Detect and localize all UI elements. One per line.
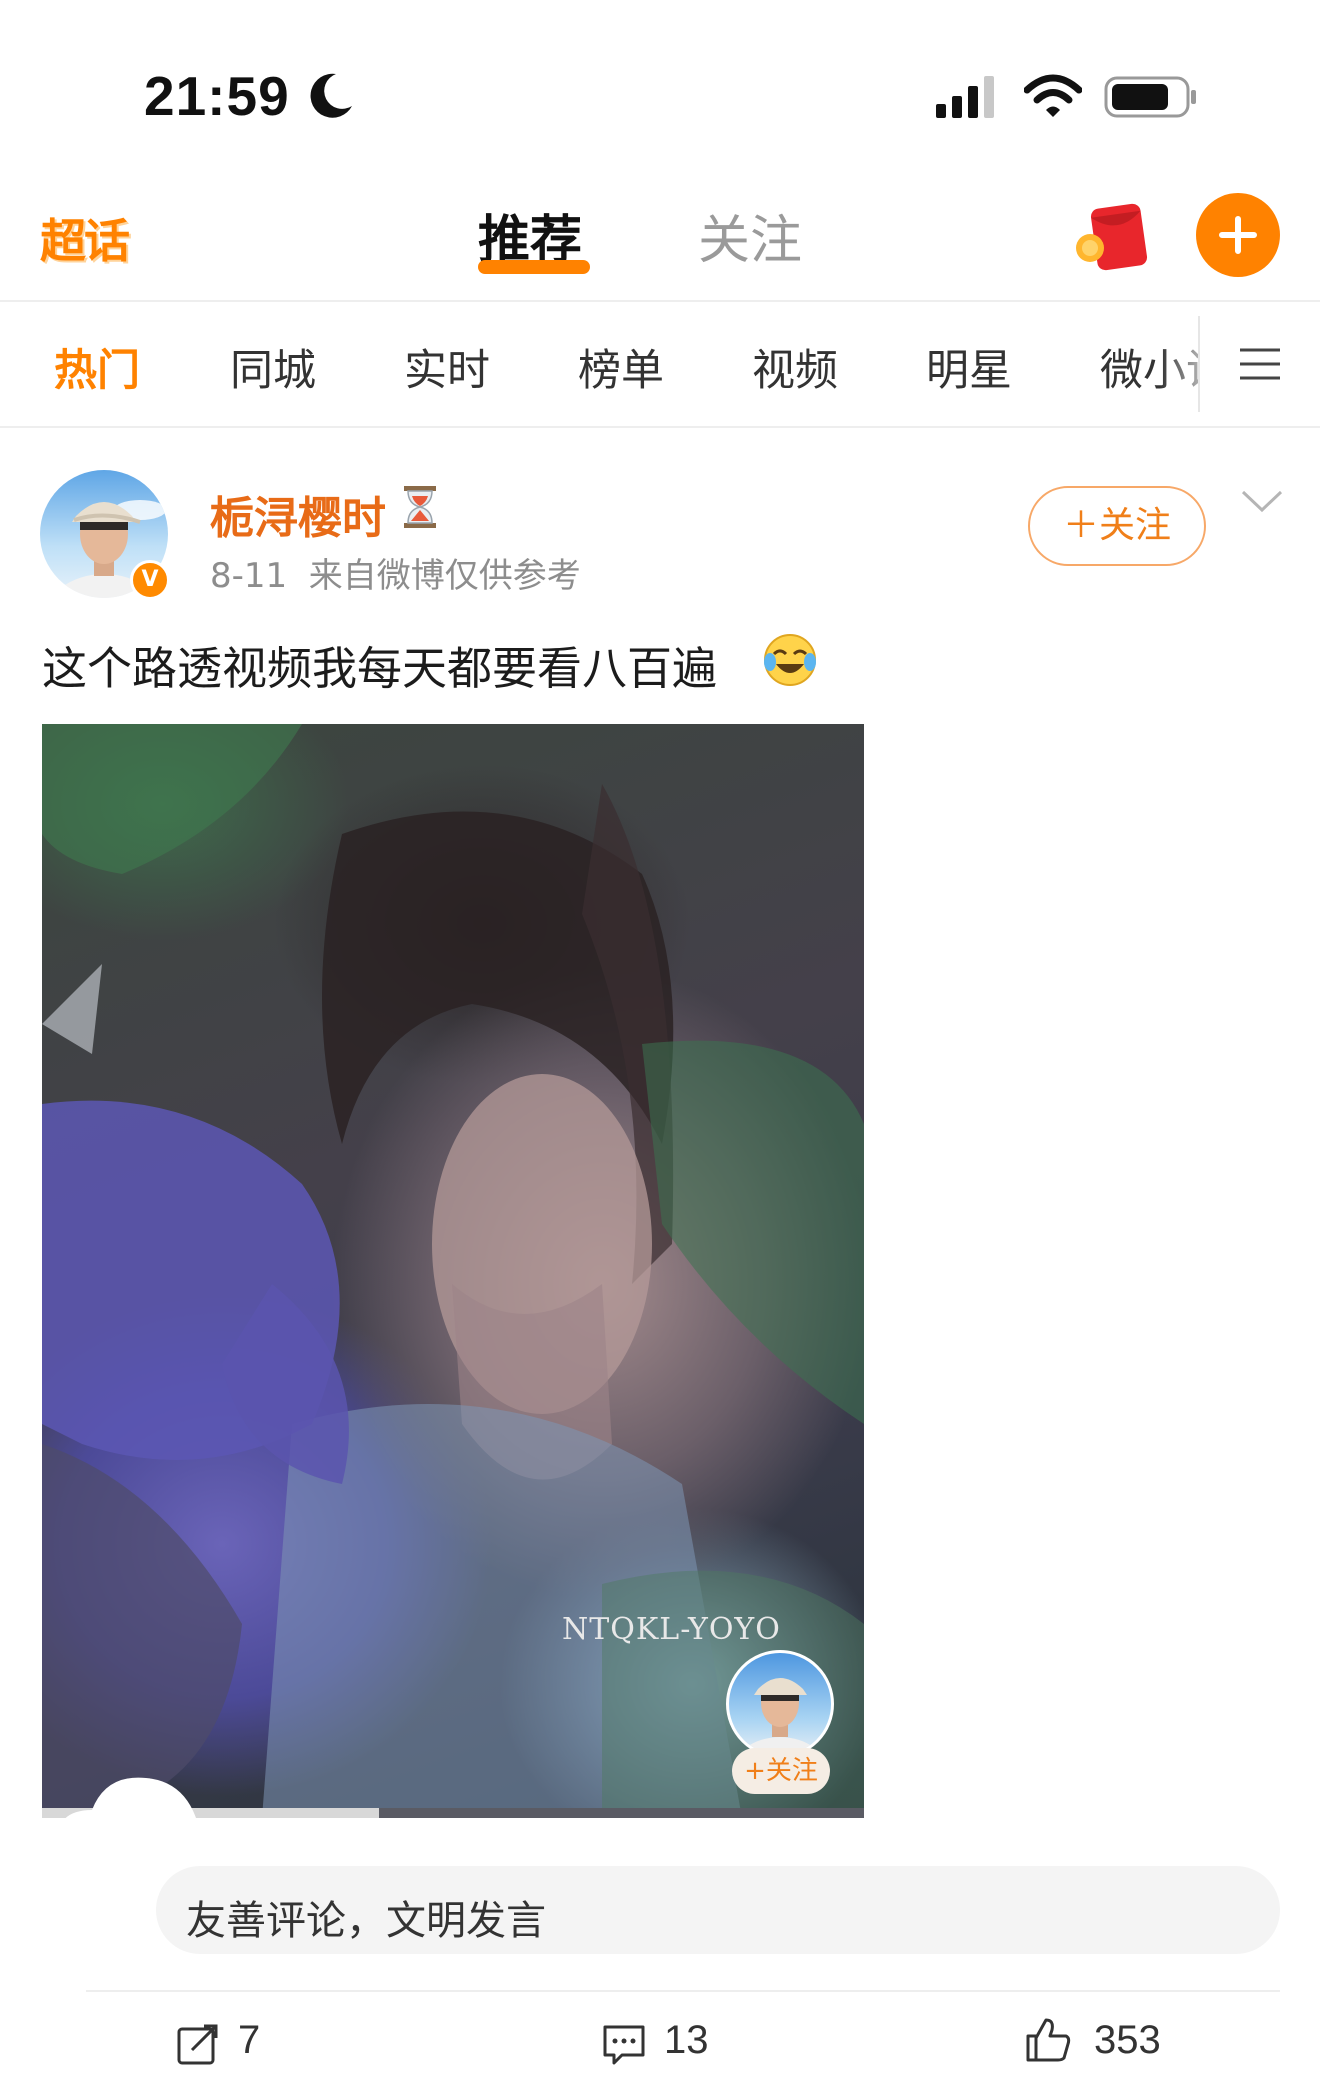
category-fade xyxy=(1160,310,1240,418)
video-author-avatar[interactable] xyxy=(726,1650,834,1758)
divider xyxy=(86,1990,1280,1992)
video-watermark: NTQKL-YOYO xyxy=(562,1612,781,1647)
menu-icon[interactable] xyxy=(1238,346,1282,382)
laugh-cry-emoji-icon xyxy=(764,634,816,686)
moon-icon xyxy=(310,73,352,118)
hourglass-icon xyxy=(404,486,436,528)
chevron-down-icon[interactable] xyxy=(1240,488,1284,514)
category-divider xyxy=(1198,316,1200,412)
status-time: 21:59 xyxy=(144,65,290,127)
divider xyxy=(0,300,1320,302)
category-realtime[interactable]: 实时 xyxy=(404,336,490,398)
video-player[interactable]: NTQKL-YOYO +关注 xyxy=(42,724,864,1818)
video-follow-button[interactable]: +关注 xyxy=(732,1748,830,1794)
category-rankings[interactable]: 榜单 xyxy=(578,336,664,398)
username[interactable]: 栀浔樱时 xyxy=(210,482,386,546)
repost-icon[interactable] xyxy=(176,2022,220,2066)
comment-placeholder: 友善评论，文明发言 xyxy=(186,1898,546,1944)
post-text: 这个路透视频我每天都要看八百遍 xyxy=(42,642,718,695)
wifi-icon xyxy=(1024,74,1082,117)
super-topic-logo[interactable]: 超话 xyxy=(30,205,138,281)
follow-button[interactable]: ＋关注 xyxy=(1028,486,1206,566)
signal-icon xyxy=(936,76,994,118)
like-icon[interactable] xyxy=(1024,2016,1072,2064)
verified-badge-icon: V xyxy=(130,560,170,600)
logo-text: 超话 xyxy=(40,214,130,268)
cloud-decoration-icon xyxy=(56,1777,202,1844)
red-packet-icon[interactable] xyxy=(1072,202,1150,274)
like-count[interactable]: 353 xyxy=(1094,2018,1161,2063)
divider xyxy=(0,426,1320,428)
category-video[interactable]: 视频 xyxy=(752,336,838,398)
avatar-image xyxy=(738,1678,822,1755)
comment-icon[interactable] xyxy=(602,2022,646,2066)
category-hot[interactable]: 热门 xyxy=(54,336,140,398)
battery-icon xyxy=(1104,76,1196,118)
repost-count[interactable]: 7 xyxy=(238,2018,260,2063)
active-tab-indicator xyxy=(478,260,590,274)
tab-following[interactable]: 关注 xyxy=(698,198,802,273)
comment-count[interactable]: 13 xyxy=(664,2018,709,2063)
compose-add-button[interactable] xyxy=(1196,193,1280,277)
category-local[interactable]: 同城 xyxy=(230,336,316,398)
post-meta: 8-11 来自微博仅供参考 xyxy=(210,556,581,596)
video-scene xyxy=(42,724,864,1818)
category-celebrity[interactable]: 明星 xyxy=(926,336,1012,398)
plus-icon xyxy=(1219,216,1257,254)
